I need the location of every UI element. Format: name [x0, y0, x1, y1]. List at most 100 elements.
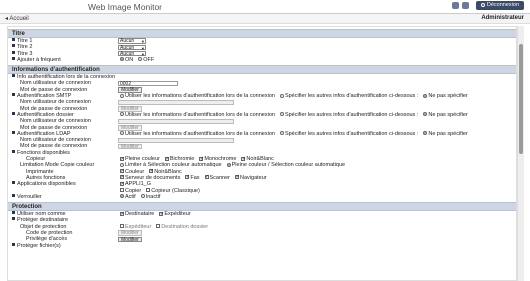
copier-label: Copier	[125, 187, 142, 194]
inactif-radio[interactable]	[140, 194, 145, 199]
imprimante-opt-0-checkbox[interactable]	[120, 168, 125, 174]
expediteur-label: Expéditeur	[164, 211, 191, 218]
bullet-icon	[12, 111, 15, 115]
smtp-modify-button[interactable]: Modifier	[118, 105, 142, 112]
copieur-opt-1-label: Bichromie	[169, 156, 195, 163]
limit-opt-0-label: Limiter à Sélection couleur automatique	[125, 162, 222, 169]
user-input[interactable]: 0002	[118, 80, 178, 87]
autres-opt-2-checkbox[interactable]	[204, 174, 209, 181]
smtp-use-radio[interactable]	[120, 93, 124, 98]
vertical-scrollbar[interactable]	[517, 26, 524, 281]
pwd-modify-button[interactable]: Modifier	[118, 86, 142, 93]
bullet-icon	[12, 50, 15, 54]
bullet-icon	[12, 193, 15, 197]
ldap-label: Authentification LDAP	[17, 130, 71, 137]
bullet-icon	[12, 56, 15, 60]
section-titre-header: Titre	[8, 29, 516, 38]
smtp-none-radio[interactable]	[423, 93, 428, 98]
utiliser-label: Utiliser nom comme	[17, 211, 66, 218]
dossier-modify-button[interactable]: Modifier	[118, 124, 142, 131]
objet-expediteur-checkbox[interactable]	[120, 224, 124, 229]
smtp-specify-radio[interactable]	[279, 93, 284, 98]
ldap-specify-radio[interactable]	[279, 131, 284, 136]
ldap-none-radio[interactable]	[423, 131, 428, 136]
dossier-specify-radio[interactable]	[279, 112, 284, 117]
objet-expediteur-label: Expéditeur	[125, 223, 152, 230]
bullet-icon	[12, 130, 15, 134]
bullet-icon	[12, 74, 15, 78]
scroll-thumb[interactable]	[519, 44, 523, 154]
ldap-use-radio[interactable]	[120, 131, 124, 136]
smtp-label: Authentification SMTP	[17, 93, 72, 100]
titre2-select[interactable]: Aucun	[118, 44, 146, 51]
actif-radio[interactable]	[120, 194, 124, 199]
code-modify-button[interactable]: Modifier	[118, 230, 142, 236]
titre3-select[interactable]: Aucun	[118, 50, 146, 57]
limit-opt-0-radio[interactable]	[120, 162, 124, 167]
logout-icon	[480, 2, 485, 7]
privilege-modify-button[interactable]: Modifier	[118, 236, 142, 243]
titre2-label: Titre 2	[17, 44, 33, 51]
ldap-none-label: Ne pas spécifier	[428, 130, 468, 137]
ldap-use-label: Utiliser les informations d'authentifica…	[125, 130, 275, 137]
ldap-modify-button[interactable]: Modifier	[118, 143, 142, 150]
objet-dossier-checkbox[interactable]	[156, 224, 161, 229]
app-title: Web Image Monitor	[88, 2, 163, 12]
logout-label: Déconnexion	[486, 2, 519, 8]
destinataire-label: Destinataire	[125, 211, 155, 218]
copieur-opt-1-checkbox[interactable]	[164, 156, 170, 162]
dossier-none-radio[interactable]	[423, 112, 428, 117]
copier-checkbox[interactable]	[120, 188, 124, 193]
autres-opt-3-label: Navigateur	[240, 174, 267, 181]
bullet-icon	[12, 38, 15, 41]
autres-opt-0-label: Serveur de documents	[125, 174, 181, 181]
on-label: ON	[125, 56, 134, 63]
dossier-use-radio[interactable]	[120, 112, 124, 117]
smtp-use-label: Utiliser les informations d'authentifica…	[125, 93, 275, 100]
on-radio[interactable]	[120, 57, 124, 62]
autres-opt-1-label: Fax	[190, 174, 200, 181]
proteger-fichiers-label: Protéger fichier(s)	[17, 242, 61, 249]
dossier-specify-label: Spécifier les autres infos d'authentific…	[284, 111, 419, 118]
imprimante-opt-1-label: Noir&Blanc	[154, 168, 182, 175]
logout-button[interactable]: Déconnexion	[475, 1, 524, 10]
limit-opt-1-radio[interactable]	[226, 162, 231, 167]
bullet-icon	[12, 44, 15, 48]
autres-opt-0-checkbox[interactable]	[120, 174, 125, 181]
copieur-opt-0-checkbox[interactable]	[120, 156, 125, 162]
fonctions-label: Fonctions disponibles	[17, 149, 70, 156]
titre3-label: Titre 3	[17, 50, 33, 57]
ajouter-label: Ajouter à fréquent	[17, 56, 61, 63]
section-auth-header: Informations d'authentification	[8, 65, 516, 75]
copieur-opt-0-label: Pleine couleur	[125, 156, 160, 163]
dossier-user-input[interactable]	[118, 118, 234, 125]
sub-bar: ◂ Accueil Administrateur	[0, 14, 530, 24]
appli1-checkbox[interactable]	[120, 181, 125, 187]
off-radio[interactable]	[138, 57, 143, 62]
actif-label: Actif	[125, 193, 136, 200]
ldap-user-input[interactable]	[118, 137, 234, 144]
admin-label: Administrateur	[481, 15, 524, 21]
expediteur-checkbox[interactable]	[159, 211, 164, 217]
dossier-use-label: Utiliser les informations d'authentifica…	[125, 111, 275, 118]
copieur-opt-3-checkbox[interactable]	[241, 156, 246, 162]
imprimante-opt-0-label: Couleur	[125, 168, 145, 175]
smtp-user-input[interactable]	[118, 99, 234, 106]
info-icon[interactable]	[462, 2, 469, 9]
bullet-icon	[12, 242, 15, 246]
imprimante-opt-1-checkbox[interactable]	[149, 168, 154, 174]
proteger-dest-label: Protéger destinataire	[17, 217, 69, 224]
help-icon[interactable]	[452, 2, 459, 9]
titre1-select[interactable]: Aucun	[118, 38, 146, 44]
autres-opt-3-checkbox[interactable]	[235, 174, 240, 181]
back-link[interactable]: ◂ Accueil	[5, 15, 29, 22]
autres-opt-1-checkbox[interactable]	[185, 174, 190, 181]
smtp-none-label: Ne pas spécifier	[428, 93, 468, 100]
copieur-opt-2-checkbox[interactable]	[199, 156, 204, 162]
smtp-specify-label: Spécifier les autres infos d'authentific…	[284, 93, 419, 100]
copieur-classique-checkbox[interactable]	[146, 188, 151, 193]
destinataire-checkbox[interactable]	[120, 211, 125, 217]
autres-opt-2-label: Scanner	[209, 174, 231, 181]
copieur-classique-label: Copieur (Classique)	[151, 187, 200, 194]
appli1-label: APPLI1_G	[125, 181, 151, 188]
